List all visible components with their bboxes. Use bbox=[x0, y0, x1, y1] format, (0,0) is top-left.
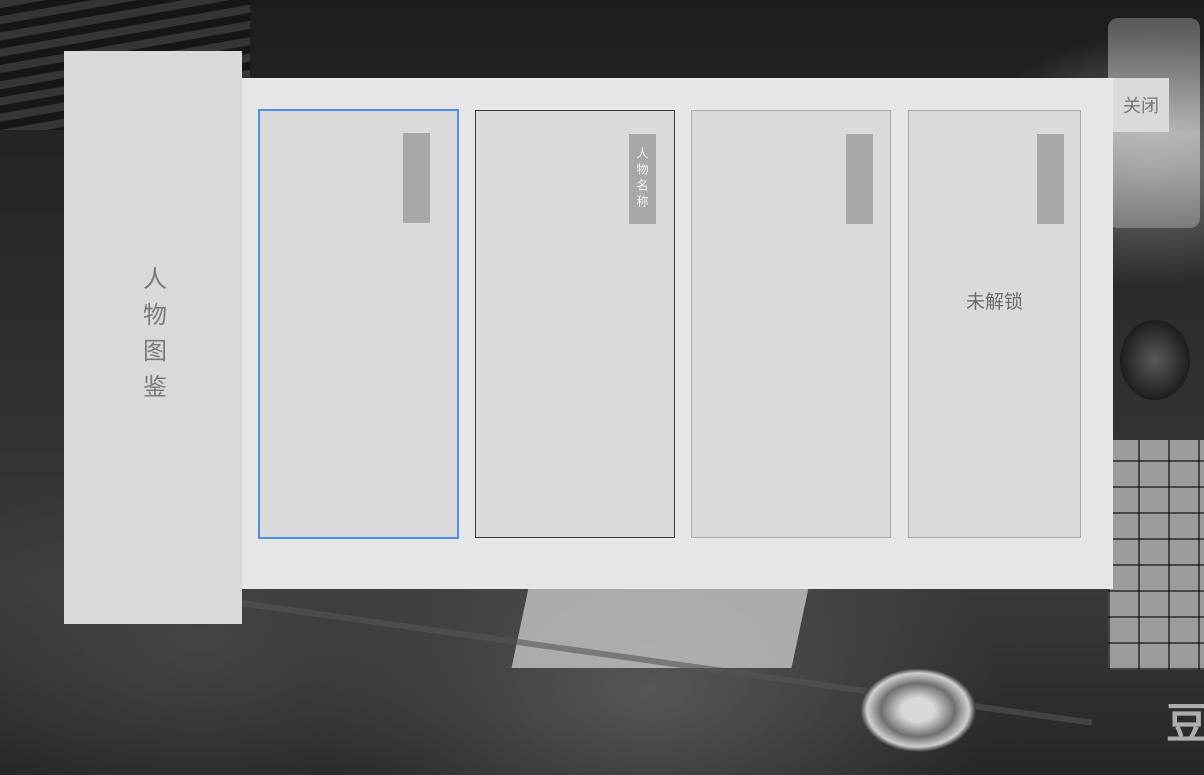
character-name-tag bbox=[403, 133, 430, 223]
locked-label: 未解锁 bbox=[965, 291, 1023, 313]
background-paper bbox=[511, 588, 809, 668]
character-name-tag bbox=[1037, 134, 1064, 224]
character-name-label: 人物名称 bbox=[635, 147, 649, 211]
game-scene: 豆 人物图鉴 关闭 人物名称 未解锁 bbox=[0, 0, 1204, 775]
gallery-title: 人物图鉴 bbox=[138, 265, 167, 410]
character-card-3[interactable] bbox=[691, 110, 891, 538]
character-card-4-locked[interactable]: 未解锁 bbox=[908, 110, 1081, 538]
character-name-tag: 人物名称 bbox=[629, 134, 656, 224]
character-card-1[interactable] bbox=[258, 109, 459, 539]
background-game-board bbox=[1108, 440, 1204, 670]
character-card-2[interactable]: 人物名称 bbox=[475, 110, 675, 538]
close-button[interactable]: 关闭 bbox=[1113, 78, 1169, 132]
background-food-plate bbox=[860, 668, 976, 752]
character-name-tag bbox=[846, 134, 873, 224]
background-lamp-base bbox=[1120, 320, 1190, 400]
background-watermark: 豆 bbox=[1166, 699, 1204, 748]
character-gallery-side-panel: 人物图鉴 bbox=[64, 51, 242, 624]
